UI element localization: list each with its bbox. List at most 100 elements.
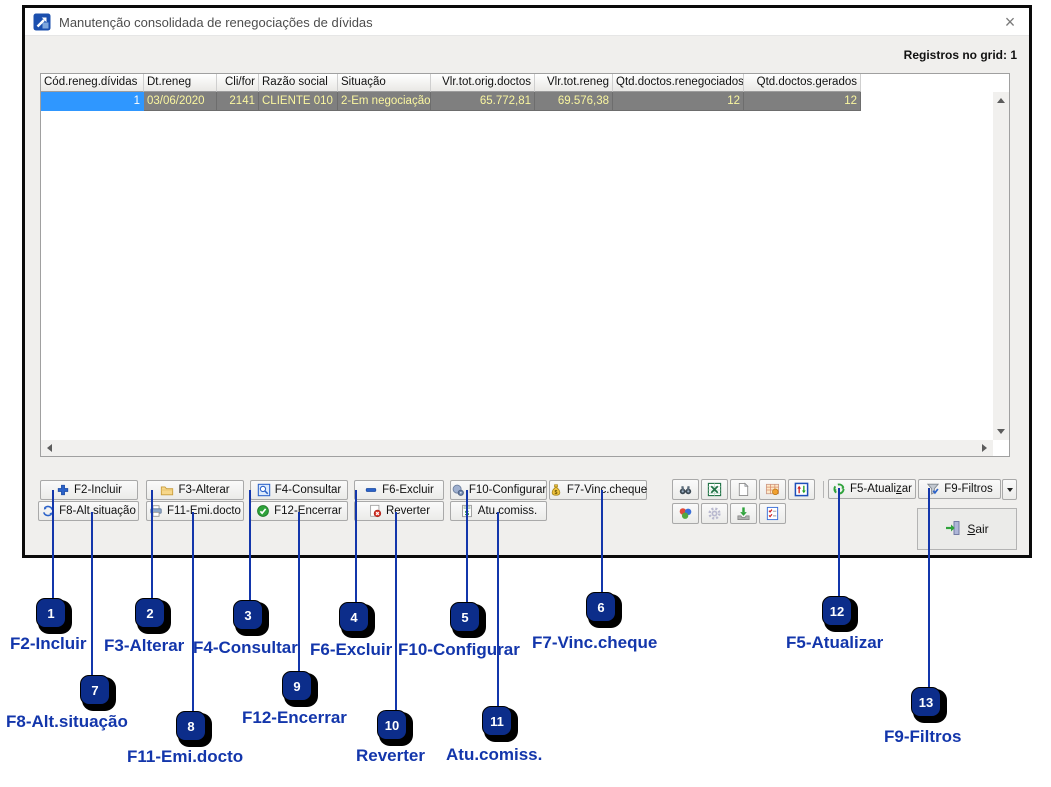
callout-line-7 [91, 512, 93, 675]
checklist-button[interactable] [759, 503, 786, 524]
import-button[interactable] [730, 503, 757, 524]
cell-cod-reneg[interactable]: 1 [41, 92, 144, 111]
col-header-qtd-gerados[interactable]: Qtd.doctos.gerados [744, 74, 861, 92]
gear-icon [707, 506, 722, 521]
callout-label-reverter: Reverter [356, 746, 425, 765]
f2-incluir-button[interactable]: F2-Incluir [40, 480, 138, 500]
f6-excluir-button[interactable]: F6-Excluir [354, 480, 444, 500]
callout-line-4 [355, 490, 357, 602]
col-header-cli-for[interactable]: Cli/for [217, 74, 259, 92]
excel-export-button[interactable] [701, 479, 728, 500]
column-order-icon [794, 482, 809, 497]
vertical-scrollbar[interactable] [993, 92, 1009, 440]
exit-icon [945, 520, 961, 539]
filtros-dropdown-button[interactable] [1002, 479, 1017, 500]
col-header-situacao[interactable]: Situação [338, 74, 431, 92]
cell-qtd-gerados[interactable]: 12 [744, 92, 861, 111]
callout-label-f4: F4-Consultar [193, 638, 298, 657]
col-header-vlr-reneg[interactable]: Vlr.tot.reneg [535, 74, 613, 92]
callout-bubble-6: 6 [586, 592, 616, 622]
scroll-right-icon[interactable] [982, 444, 987, 452]
callout-label-atu: Atu.comiss. [446, 745, 543, 764]
f7-vinc-cheque-button[interactable]: $ F7-Vinc.cheque [549, 480, 647, 500]
cell-dt-reneg[interactable]: 03/06/2020 [144, 92, 217, 111]
cell-cli-for[interactable]: 2141 [217, 92, 259, 111]
callout-bubble-4: 4 [339, 602, 369, 632]
callout-line-9 [298, 512, 300, 671]
col-header-razao[interactable]: Razão social [259, 74, 338, 92]
close-icon[interactable]: × [997, 10, 1023, 34]
callout-line-11 [497, 512, 499, 706]
gear-button[interactable] [701, 503, 728, 524]
callout-label-f12: F12-Encerrar [242, 708, 347, 727]
chevron-down-icon [1006, 487, 1013, 492]
cell-situacao[interactable]: 2-Em negociação [338, 92, 431, 111]
screenshot-stage: Manutenção consolidada de renegociações … [0, 0, 1051, 787]
f5-atualizar-button[interactable]: F5-Atualizar [828, 479, 916, 499]
callout-label-f9: F9-Filtros [884, 727, 962, 746]
callout-line-1 [52, 490, 54, 598]
title-bar: Manutenção consolidada de renegociações … [25, 8, 1029, 36]
cell-razao[interactable]: CLIENTE 010 [259, 92, 338, 111]
f4-consultar-button[interactable]: F4-Consultar [250, 480, 348, 500]
cell-qtd-reneg[interactable]: 12 [613, 92, 744, 111]
callout-bubble-7: 7 [80, 675, 110, 705]
col-header-vlr-orig[interactable]: Vlr.tot.orig.doctos [431, 74, 535, 92]
callout-label-f6: F6-Excluir [310, 640, 393, 659]
app-logo-icon [33, 13, 51, 31]
table-edit-icon [765, 482, 780, 497]
import-icon [736, 506, 751, 521]
configure-gear-icon [451, 483, 465, 497]
toolbar-separator [823, 481, 824, 498]
col-header-dt-reneg[interactable]: Dt.reneg [144, 74, 217, 92]
check-circle-icon [256, 504, 270, 518]
callout-bubble-11: 11 [482, 706, 512, 736]
excel-export-icon [707, 482, 722, 497]
color-balls-button[interactable] [672, 503, 699, 524]
new-document-button[interactable] [730, 479, 757, 500]
column-order-button[interactable] [788, 479, 815, 500]
minus-icon [364, 483, 378, 497]
horizontal-scrollbar[interactable] [41, 440, 993, 456]
sair-button[interactable]: Sair [917, 508, 1017, 550]
callout-line-8 [192, 512, 194, 711]
scroll-down-icon[interactable] [997, 429, 1005, 434]
callout-line-12 [838, 488, 840, 596]
table-row[interactable]: 1 03/06/2020 2141 CLIENTE 010 2-Em negoc… [41, 92, 1009, 111]
callout-bubble-3: 3 [233, 600, 263, 630]
callout-label-f8: F8-Alt.situação [6, 712, 128, 731]
grid-header-row: Cód.reneg.dívidas Dt.reneg Cli/for Razão… [41, 74, 1009, 92]
binoculars-icon [678, 482, 693, 497]
cell-vlr-orig[interactable]: 65.772,81 [431, 92, 535, 111]
callout-label-f7: F7-Vinc.cheque [532, 633, 658, 652]
col-header-cod-reneg[interactable]: Cód.reneg.dívidas [41, 74, 144, 92]
callout-label-f10: F10-Configurar [398, 640, 520, 659]
callout-label-f5: F5-Atualizar [786, 633, 884, 652]
f11-emi-docto-button[interactable]: F11-Emi.docto [146, 501, 244, 521]
cell-vlr-reneg[interactable]: 69.576,38 [535, 92, 613, 111]
callout-line-6 [601, 490, 603, 592]
callout-bubble-2: 2 [135, 598, 165, 628]
callout-line-5 [466, 490, 468, 602]
reverter-button[interactable]: Reverter [354, 501, 444, 521]
callout-bubble-13: 13 [911, 687, 941, 717]
f3-alterar-button[interactable]: F3-Alterar [146, 480, 244, 500]
checklist-icon [765, 506, 780, 521]
table-edit-button[interactable] [759, 479, 786, 500]
col-header-qtd-reneg[interactable]: Qtd.doctos.renegociados [613, 74, 744, 92]
callout-line-2 [151, 490, 153, 598]
callout-bubble-5: 5 [450, 602, 480, 632]
app-window: Manutenção consolidada de renegociações … [22, 5, 1032, 558]
callout-label-f11: F11-Emi.docto [127, 747, 244, 766]
scroll-up-icon[interactable] [997, 98, 1005, 103]
scroll-left-icon[interactable] [47, 444, 52, 452]
folder-edit-icon [160, 483, 174, 497]
plus-icon [56, 483, 70, 497]
money-bag-icon: $ [549, 483, 563, 497]
callout-bubble-12: 12 [822, 596, 852, 626]
f10-configurar-button[interactable]: F10-Configurar [450, 480, 547, 500]
callout-bubble-8: 8 [176, 711, 206, 741]
svg-text:$: $ [554, 490, 557, 496]
f9-filtros-button[interactable]: F9-Filtros [918, 479, 1001, 499]
binoculars-button[interactable] [672, 479, 699, 500]
